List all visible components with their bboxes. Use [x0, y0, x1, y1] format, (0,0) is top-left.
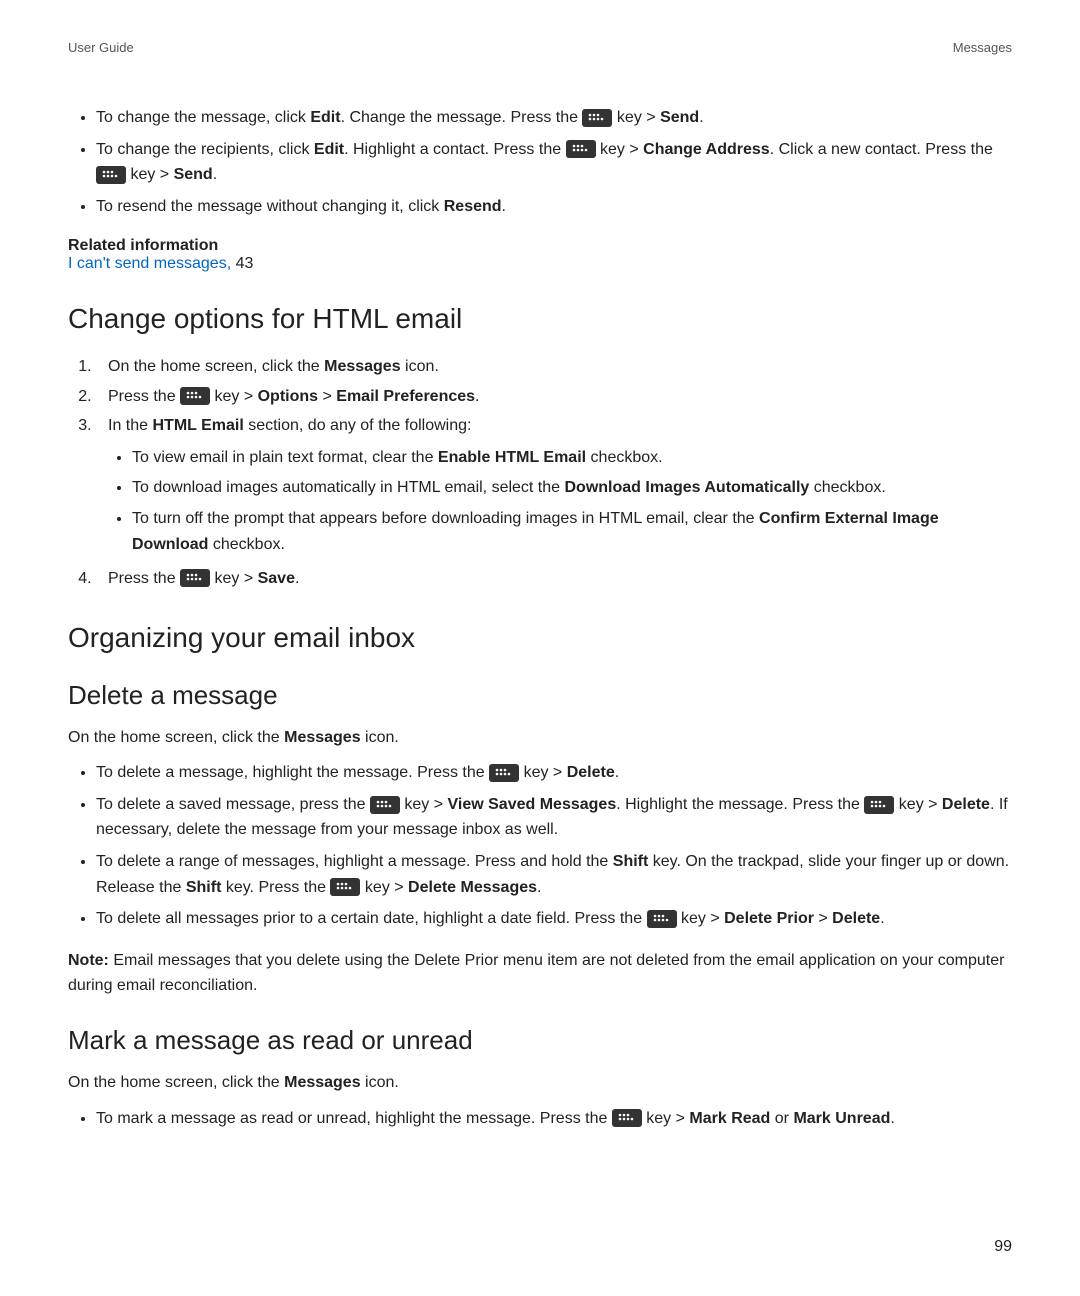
html-email-steps: On the home screen, click the Messages i… — [68, 353, 1012, 591]
section-title-organizing: Organizing your email inbox — [68, 622, 1012, 654]
step-item: In the HTML Email section, do any of the… — [96, 412, 1012, 559]
list-item: To download images automatically in HTML… — [132, 475, 1012, 501]
menu-key-icon — [612, 1109, 642, 1127]
list-item: To resend the message without changing i… — [96, 194, 1012, 220]
step-item: On the home screen, click the Messages i… — [96, 353, 1012, 380]
related-link-row: I can't send messages, 43 — [68, 255, 1012, 273]
page: User Guide Messages To change the messag… — [0, 0, 1080, 1296]
delete-bullets: To delete a message, highlight the messa… — [68, 760, 1012, 932]
menu-key-icon — [864, 796, 894, 814]
section-title-html-email: Change options for HTML email — [68, 303, 1012, 335]
menu-key-icon — [370, 796, 400, 814]
menu-key-icon — [96, 166, 126, 184]
list-item: To change the recipients, click Edit. Hi… — [96, 137, 1012, 188]
step-item: Press the key > Options > Email Preferen… — [96, 383, 1012, 410]
intro-bullet-list: To change the message, click Edit. Chang… — [68, 105, 1012, 219]
html-email-sub-bullets: To view email in plain text format, clea… — [108, 445, 1012, 559]
list-item: To delete a message, highlight the messa… — [96, 760, 1012, 786]
delete-intro: On the home screen, click the Messages i… — [68, 725, 1012, 751]
list-item: To delete all messages prior to a certai… — [96, 906, 1012, 932]
page-number: 99 — [994, 1238, 1012, 1256]
list-item: To view email in plain text format, clea… — [132, 445, 1012, 471]
list-item: To turn off the prompt that appears befo… — [132, 506, 1012, 559]
menu-key-icon — [566, 140, 596, 158]
related-link[interactable]: I can't send messages, — [68, 255, 231, 272]
delete-note: Note: Email messages that you delete usi… — [68, 948, 1012, 999]
section-title-mark: Mark a message as read or unread — [68, 1025, 1012, 1056]
menu-key-icon — [489, 764, 519, 782]
menu-key-icon — [180, 387, 210, 405]
menu-key-icon — [582, 109, 612, 127]
mark-intro: On the home screen, click the Messages i… — [68, 1070, 1012, 1096]
menu-key-icon — [180, 569, 210, 587]
header-left: User Guide — [68, 40, 134, 55]
list-item: To delete a range of messages, highlight… — [96, 849, 1012, 900]
section-title-delete: Delete a message — [68, 680, 1012, 711]
mark-bullets: To mark a message as read or unread, hig… — [68, 1106, 1012, 1132]
step-item: Press the key > Save. — [96, 565, 1012, 592]
list-item: To mark a message as read or unread, hig… — [96, 1106, 1012, 1132]
header-right: Messages — [953, 40, 1012, 55]
page-header: User Guide Messages — [68, 40, 1012, 55]
menu-key-icon — [330, 878, 360, 896]
list-item: To change the message, click Edit. Chang… — [96, 105, 1012, 131]
related-information-heading: Related information — [68, 237, 1012, 255]
menu-key-icon — [647, 910, 677, 928]
list-item: To delete a saved message, press the key… — [96, 792, 1012, 843]
